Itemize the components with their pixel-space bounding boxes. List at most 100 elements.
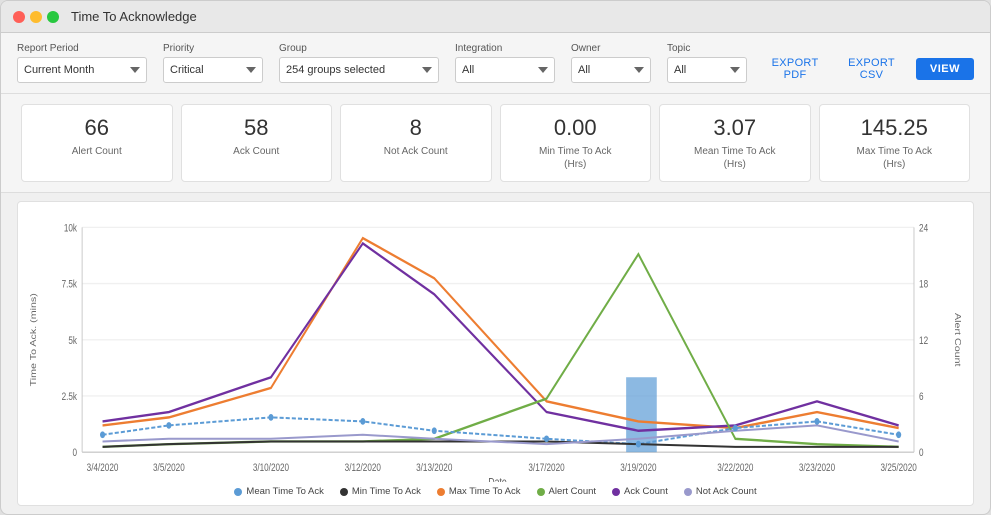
- mean-time-ack-line-chart: [103, 418, 899, 445]
- legend-mean-dot: [234, 488, 242, 496]
- report-period-select[interactable]: Current Month: [17, 57, 147, 83]
- svg-text:3/25/2020: 3/25/2020: [881, 462, 917, 474]
- owner-select[interactable]: All: [571, 57, 651, 83]
- not-ack-count-label: Not Ack Count: [384, 145, 448, 158]
- svg-text:3/19/2020: 3/19/2020: [620, 462, 656, 474]
- max-time-ack-label: Max Time To Ack(Hrs): [857, 145, 932, 171]
- legend-not-ack-count: Not Ack Count: [684, 486, 757, 497]
- group-label: Group: [279, 43, 439, 54]
- maximize-button[interactable]: [47, 11, 59, 23]
- mean-dot: [636, 441, 641, 448]
- report-period-label: Report Period: [17, 43, 147, 54]
- legend-alert-dot: [537, 488, 545, 496]
- legend-min-dot: [340, 488, 348, 496]
- legend-not-ack-dot: [684, 488, 692, 496]
- alert-count-value: 66: [85, 115, 109, 141]
- integration-filter: Integration All: [455, 43, 555, 83]
- topic-select[interactable]: All: [667, 57, 747, 83]
- topic-filter: Topic All: [667, 43, 747, 83]
- chart-area: 10k 7.5k 5k 2.5k 0 24 18 12 6 0 Time To …: [17, 201, 974, 506]
- svg-text:6: 6: [919, 391, 924, 403]
- legend-mean-label: Mean Time To Ack: [246, 486, 323, 497]
- svg-text:0: 0: [919, 448, 924, 460]
- svg-text:10k: 10k: [64, 223, 77, 235]
- mean-dot: [733, 425, 738, 432]
- view-button[interactable]: VIEW: [916, 58, 974, 80]
- svg-text:18: 18: [919, 279, 928, 291]
- chart-legend: Mean Time To Ack Min Time To Ack Max Tim…: [26, 482, 965, 499]
- legend-max-time-ack: Max Time To Ack: [437, 486, 521, 497]
- integration-select[interactable]: All: [455, 57, 555, 83]
- legend-min-time-ack: Min Time To Ack: [340, 486, 421, 497]
- svg-text:3/13/2020: 3/13/2020: [416, 462, 452, 474]
- chart-svg: 10k 7.5k 5k 2.5k 0 24 18 12 6 0 Time To …: [26, 214, 965, 482]
- svg-text:3/22/2020: 3/22/2020: [717, 462, 753, 474]
- legend-max-label: Max Time To Ack: [449, 486, 521, 497]
- not-ack-count-value: 8: [410, 115, 422, 141]
- mean-time-ack-value: 3.07: [713, 115, 756, 141]
- group-select[interactable]: 254 groups selected: [279, 57, 439, 83]
- svg-text:24: 24: [919, 223, 928, 235]
- max-time-ack-card: 145.25 Max Time To Ack(Hrs): [819, 104, 971, 182]
- minimize-button[interactable]: [30, 11, 42, 23]
- main-window: Time To Acknowledge Report Period Curren…: [0, 0, 991, 515]
- mean-dot: [544, 436, 549, 443]
- alert-count-card: 66 Alert Count: [21, 104, 173, 182]
- alert-count-bar: [626, 378, 657, 453]
- ack-count-value: 58: [244, 115, 268, 141]
- max-time-ack-line: [103, 238, 899, 428]
- title-bar: Time To Acknowledge: [1, 1, 990, 33]
- legend-ack-dot: [612, 488, 620, 496]
- legend-alert-label: Alert Count: [549, 486, 597, 497]
- group-filter: Group 254 groups selected: [279, 43, 439, 83]
- svg-text:0: 0: [72, 448, 77, 460]
- export-csv-button[interactable]: EXPORT CSV: [839, 57, 904, 81]
- svg-text:3/17/2020: 3/17/2020: [528, 462, 564, 474]
- mean-time-ack-label: Mean Time To Ack(Hrs): [694, 145, 776, 171]
- ack-count-label: Ack Count: [233, 145, 279, 158]
- legend-ack-count: Ack Count: [612, 486, 668, 497]
- integration-label: Integration: [455, 43, 555, 54]
- svg-text:Date: Date: [488, 477, 507, 482]
- ack-count-card: 58 Ack Count: [181, 104, 333, 182]
- priority-select[interactable]: Critical: [163, 57, 263, 83]
- metrics-bar: 66 Alert Count 58 Ack Count 8 Not Ack Co…: [1, 94, 990, 193]
- svg-text:3/5/2020: 3/5/2020: [153, 462, 185, 474]
- topic-label: Topic: [667, 43, 747, 54]
- svg-text:5k: 5k: [68, 335, 77, 347]
- legend-ack-label: Ack Count: [624, 486, 668, 497]
- min-time-ack-card: 0.00 Min Time To Ack(Hrs): [500, 104, 652, 182]
- legend-max-dot: [437, 488, 445, 496]
- mean-dot: [100, 432, 105, 439]
- priority-label: Priority: [163, 43, 263, 54]
- svg-text:3/10/2020: 3/10/2020: [253, 462, 289, 474]
- toolbar-actions: EXPORT PDF EXPORT CSV VIEW: [763, 57, 974, 83]
- svg-text:3/23/2020: 3/23/2020: [799, 462, 835, 474]
- report-period-filter: Report Period Current Month: [17, 43, 147, 83]
- legend-min-label: Min Time To Ack: [352, 486, 421, 497]
- priority-filter: Priority Critical: [163, 43, 263, 83]
- mean-dot: [360, 418, 365, 425]
- max-time-ack-value: 145.25: [861, 115, 928, 141]
- min-time-ack-value: 0.00: [554, 115, 597, 141]
- export-pdf-button[interactable]: EXPORT PDF: [763, 57, 827, 81]
- legend-alert-count: Alert Count: [537, 486, 597, 497]
- owner-filter: Owner All: [571, 43, 651, 83]
- legend-mean-time-ack: Mean Time To Ack: [234, 486, 323, 497]
- legend-not-ack-label: Not Ack Count: [696, 486, 757, 497]
- mean-dot: [432, 428, 437, 435]
- traffic-lights: [13, 11, 59, 23]
- close-button[interactable]: [13, 11, 25, 23]
- svg-text:3/4/2020: 3/4/2020: [87, 462, 119, 474]
- min-time-ack-label: Min Time To Ack(Hrs): [539, 145, 612, 171]
- owner-label: Owner: [571, 43, 651, 54]
- window-title: Time To Acknowledge: [71, 9, 197, 24]
- svg-text:Alert Count: Alert Count: [952, 313, 961, 367]
- mean-dot: [268, 414, 273, 421]
- mean-dot: [896, 432, 901, 439]
- svg-text:3/12/2020: 3/12/2020: [345, 462, 381, 474]
- svg-text:2.5k: 2.5k: [62, 391, 78, 403]
- svg-text:12: 12: [919, 335, 928, 347]
- mean-time-ack-card: 3.07 Mean Time To Ack(Hrs): [659, 104, 811, 182]
- chart-svg-container: 10k 7.5k 5k 2.5k 0 24 18 12 6 0 Time To …: [26, 214, 965, 482]
